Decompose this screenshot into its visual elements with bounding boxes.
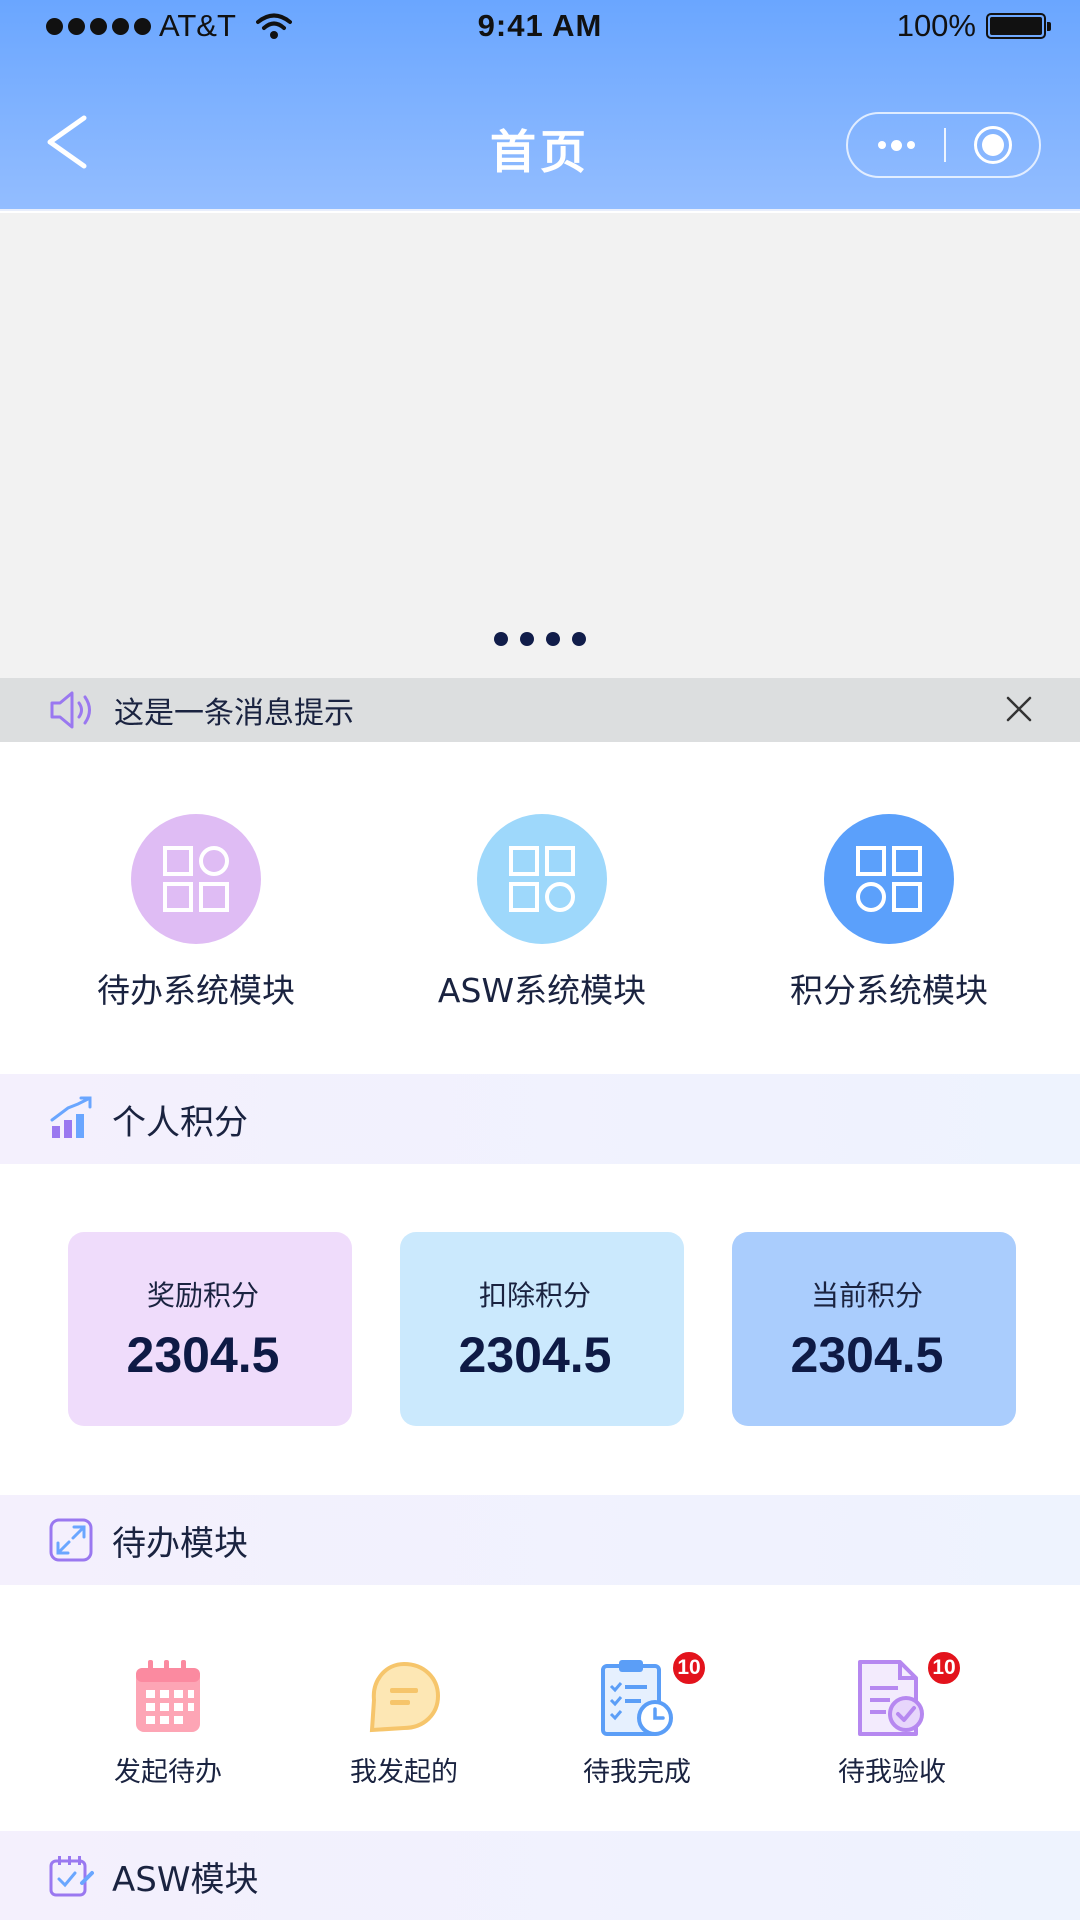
module-icon-circle bbox=[131, 814, 261, 944]
calendar-icon bbox=[136, 1660, 200, 1732]
grid-icon bbox=[163, 846, 229, 912]
todo-item-label: 发起待办 bbox=[114, 1757, 222, 1788]
count-badge: 10 bbox=[926, 1650, 962, 1686]
carousel-dot[interactable] bbox=[520, 632, 534, 646]
todo-item-to-complete[interactable]: 10 待我完成 bbox=[522, 1650, 752, 1789]
expand-icon bbox=[49, 1518, 93, 1562]
points-card-current[interactable]: 当前积分 2304.5 bbox=[732, 1232, 1016, 1426]
todo-item-label: 我发起的 bbox=[350, 1757, 458, 1788]
module-label: 积分系统模块 bbox=[790, 971, 988, 1010]
battery-label: 100% bbox=[896, 8, 976, 43]
module-icon-circle bbox=[477, 814, 607, 944]
section-title: 个人积分 bbox=[112, 1102, 248, 1143]
grid-icon bbox=[856, 846, 922, 912]
points-card-value: 2304.5 bbox=[458, 1327, 612, 1383]
module-asw-system[interactable]: ASW系统模块 bbox=[392, 814, 692, 1012]
module-label: ASW系统模块 bbox=[437, 971, 647, 1010]
document-check-icon bbox=[858, 1660, 924, 1736]
count-badge: 10 bbox=[671, 1650, 707, 1686]
carousel-dot[interactable] bbox=[546, 632, 560, 646]
notice-text: 这是一条消息提示 bbox=[114, 696, 354, 731]
todo-item-to-accept[interactable]: 10 待我验收 bbox=[777, 1650, 1007, 1789]
target-icon bbox=[973, 126, 1012, 164]
speaker-icon bbox=[50, 691, 91, 729]
points-card-label: 奖励积分 bbox=[146, 1279, 259, 1312]
module-todo-system[interactable]: 待办系统模块 bbox=[46, 814, 346, 1012]
todo-item-initiated[interactable]: 我发起的 bbox=[289, 1656, 519, 1789]
status-bar: AT&T 9:41 AM 100% bbox=[0, 0, 1080, 54]
carousel-indicator bbox=[0, 632, 1080, 646]
close-icon[interactable] bbox=[1004, 694, 1034, 724]
module-points-system[interactable]: 积分系统模块 bbox=[739, 814, 1039, 1012]
module-label: 待办系统模块 bbox=[97, 971, 295, 1010]
section-title: ASW模块 bbox=[112, 1859, 259, 1900]
header: AT&T 9:41 AM 100% 首页 bbox=[0, 0, 1080, 211]
section-header-asw: ASW模块 bbox=[0, 1831, 1080, 1920]
section-header-todo: 待办模块 bbox=[0, 1495, 1080, 1585]
close-program-button[interactable] bbox=[946, 126, 1039, 164]
clipboard-clock-icon bbox=[601, 1660, 673, 1736]
todo-item-label: 待我验收 bbox=[838, 1757, 946, 1788]
more-icon[interactable] bbox=[848, 114, 944, 176]
bar-chart-up-icon bbox=[50, 1096, 92, 1138]
battery-status: 100% bbox=[896, 8, 1051, 44]
banner-carousel[interactable] bbox=[0, 213, 1080, 678]
mini-program-capsule bbox=[846, 112, 1041, 178]
points-card-deduct[interactable]: 扣除积分 2304.5 bbox=[400, 1232, 684, 1426]
carousel-dot[interactable] bbox=[494, 632, 508, 646]
todo-item-create[interactable]: 发起待办 bbox=[53, 1656, 283, 1789]
points-card-value: 2304.5 bbox=[126, 1327, 280, 1383]
grid-icon bbox=[509, 846, 575, 912]
points-card-reward[interactable]: 奖励积分 2304.5 bbox=[68, 1232, 352, 1426]
points-card-label: 当前积分 bbox=[810, 1279, 923, 1312]
system-modules: 待办系统模块 ASW系统模块 积分系统模块 bbox=[0, 742, 1080, 1072]
battery-icon bbox=[986, 13, 1051, 39]
calendar-check-icon bbox=[49, 1856, 94, 1897]
notice-bar[interactable]: 这是一条消息提示 bbox=[0, 678, 1080, 742]
module-icon-circle bbox=[824, 814, 954, 944]
section-title: 待办模块 bbox=[112, 1523, 248, 1564]
points-card-value: 2304.5 bbox=[790, 1327, 944, 1383]
chat-icon bbox=[369, 1661, 441, 1733]
todo-item-label: 待我完成 bbox=[583, 1757, 691, 1788]
section-header-personal-points: 个人积分 bbox=[0, 1074, 1080, 1164]
carousel-dot[interactable] bbox=[572, 632, 586, 646]
points-card-label: 扣除积分 bbox=[478, 1279, 591, 1312]
